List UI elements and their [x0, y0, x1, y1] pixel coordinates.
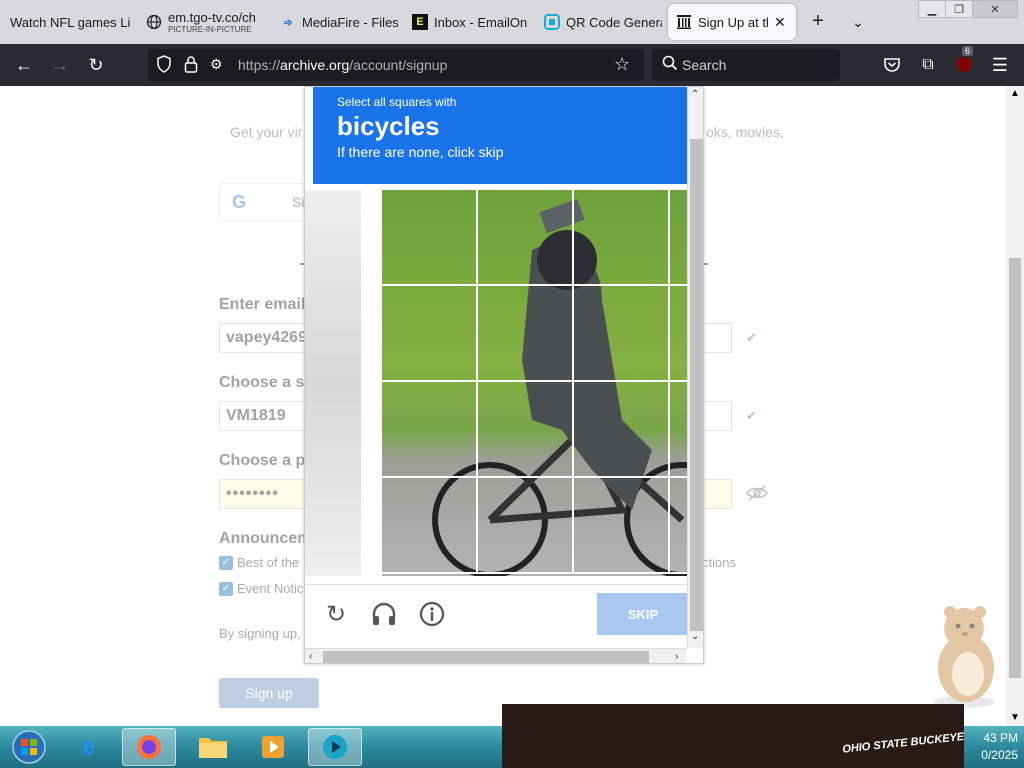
tab-sublabel: PICTURE-IN-PICTURE — [168, 25, 252, 34]
internet-explorer-icon[interactable]: e — [62, 728, 116, 766]
captcha-footer: ↻ SKIP — [305, 584, 689, 648]
captcha-tile[interactable] — [572, 284, 670, 382]
system-clock[interactable]: 43 PM 0/2025 — [960, 730, 1024, 768]
tab-title: MediaFire - Files — [302, 14, 398, 30]
captcha-hint: If there are none, click skip — [337, 144, 504, 160]
captcha-tile[interactable] — [572, 190, 670, 286]
captcha-horizontal-scrollbar[interactable]: ‹ › — [305, 648, 687, 663]
skip-button[interactable]: SKIP — [597, 593, 689, 635]
emailondeck-icon: E — [412, 14, 428, 30]
tab-list-chevron-icon[interactable]: ⌄ — [846, 10, 870, 34]
captcha-tile[interactable] — [382, 380, 478, 478]
captcha-tile[interactable] — [668, 284, 687, 382]
scrollbar-thumb[interactable] — [1009, 258, 1021, 678]
chevron-right-icon[interactable]: › — [675, 651, 678, 662]
tab-qr-code[interactable]: QR Code Genera — [536, 4, 662, 40]
captcha-tile[interactable] — [382, 190, 478, 286]
app-icon[interactable] — [308, 728, 362, 766]
captcha-tile[interactable] — [668, 190, 687, 286]
tab-title: Inbox - EmailOn — [434, 14, 528, 30]
captcha-vertical-scrollbar[interactable]: ⌃ ⌄ — [687, 87, 703, 648]
firefox-icon[interactable] — [122, 728, 176, 766]
reload-challenge-icon[interactable]: ↻ — [321, 599, 351, 629]
close-tab-icon[interactable]: ✕ — [774, 14, 786, 31]
captcha-header: Select all squares with bicycles If ther… — [313, 87, 687, 184]
tab-emailondeck[interactable]: E Inbox - EmailOn — [404, 4, 530, 40]
reload-icon[interactable]: ↻ — [82, 52, 110, 78]
video-banner-text: OHIO STATE BUCKEYES VS — [841, 728, 964, 756]
scrollbar-thumb[interactable] — [690, 139, 703, 631]
mediafire-icon: ➾ — [283, 16, 293, 29]
search-box[interactable]: Search — [652, 49, 840, 81]
captcha-tile[interactable] — [476, 476, 574, 574]
captcha-tile[interactable] — [572, 476, 670, 574]
captcha-tile[interactable] — [668, 476, 687, 574]
search-icon — [662, 55, 678, 74]
shield-icon[interactable] — [156, 55, 172, 78]
captcha-tile[interactable] — [572, 380, 670, 478]
captcha-tile[interactable] — [476, 190, 574, 286]
scroll-up-arrow-icon[interactable]: ▲ — [1010, 88, 1020, 99]
new-tab-button[interactable]: + — [806, 10, 830, 34]
url-text[interactable]: https://archive.org/account/signup — [238, 57, 447, 73]
permissions-icon[interactable]: ⚙ — [210, 56, 223, 73]
tab-tgo-tv[interactable]: em.tgo-tv.co/ch PICTURE-IN-PICTURE — [138, 4, 264, 40]
minimize-button[interactable]: ▁ — [918, 0, 946, 18]
captcha-tile[interactable] — [668, 380, 687, 478]
file-explorer-icon[interactable] — [186, 728, 240, 766]
forward-icon[interactable]: → — [46, 52, 74, 78]
chevron-up-icon[interactable]: ⌃ — [691, 89, 699, 100]
close-window-button[interactable]: ✕ — [972, 0, 1018, 18]
restore-button[interactable]: ❐ — [945, 0, 973, 18]
start-button[interactable] — [2, 728, 56, 766]
menu-hamburger-icon[interactable]: ☰ — [986, 52, 1014, 78]
captcha-tile[interactable] — [382, 284, 478, 382]
info-icon[interactable] — [417, 599, 447, 629]
captcha-target: bicycles — [337, 111, 440, 141]
captcha-tile[interactable] — [476, 284, 574, 382]
search-placeholder: Search — [682, 57, 727, 73]
pocket-icon[interactable] — [878, 52, 906, 78]
scroll-down-arrow-icon[interactable]: ▼ — [1010, 712, 1020, 723]
captcha-image-grid — [382, 190, 687, 576]
extensions-icon[interactable]: ⧉ — [914, 52, 942, 78]
clock-time: 43 PM — [983, 731, 1018, 745]
tab-title: em.tgo-tv.co/ch — [168, 10, 256, 25]
bookmark-star-icon[interactable]: ☆ — [614, 54, 630, 75]
page-scrollbar[interactable]: ▲ ▼ — [1006, 86, 1024, 726]
globe-icon — [146, 14, 162, 30]
media-player-icon[interactable] — [246, 728, 300, 766]
nav-bar: ← → ↻ ⚙ https://archive.org/account/sign… — [0, 44, 1024, 86]
scrollbar-thumb[interactable] — [323, 651, 649, 663]
extension-badge: 6 — [962, 46, 974, 56]
qr-icon — [544, 14, 560, 30]
headphones-icon[interactable] — [369, 599, 399, 629]
tab-title: QR Code Genera — [566, 14, 662, 30]
captcha-tile[interactable] — [382, 476, 478, 574]
tab-title: Sign Up at the — [698, 14, 768, 30]
url-prefix: https:// — [238, 57, 281, 73]
captcha-tile[interactable] — [476, 380, 574, 478]
url-bar[interactable]: ⚙ https://archive.org/account/signup ☆ — [148, 49, 644, 81]
chevron-down-icon[interactable]: ⌄ — [691, 631, 699, 642]
captcha-sample-strip — [305, 190, 361, 576]
tab-title: Watch NFL games Li — [10, 14, 130, 30]
video-thumbnail: OHIO STATE BUCKEYES VS — [502, 704, 964, 768]
lock-icon[interactable] — [184, 55, 198, 78]
ublock-icon[interactable]: 6 — [950, 46, 978, 78]
tab-strip: Watch NFL games Li em.tgo-tv.co/ch PICTU… — [0, 0, 1024, 44]
url-path: /account/signup — [349, 57, 448, 73]
archive-icon — [676, 14, 692, 30]
tab-mediafire[interactable]: ➾ MediaFire - Files — [272, 4, 398, 40]
captcha-instruction: Select all squares with — [337, 95, 457, 109]
clock-date: 0/2025 — [981, 748, 1018, 762]
tab-archive-signup[interactable]: Sign Up at the ✕ — [668, 4, 796, 40]
tab-watch-nfl[interactable]: Watch NFL games Li — [2, 4, 130, 40]
back-icon[interactable]: ← — [10, 52, 38, 78]
url-host: archive.org — [280, 57, 350, 73]
captcha-dialog: Select all squares with bicycles If ther… — [304, 86, 704, 664]
chevron-left-icon[interactable]: ‹ — [309, 651, 312, 662]
